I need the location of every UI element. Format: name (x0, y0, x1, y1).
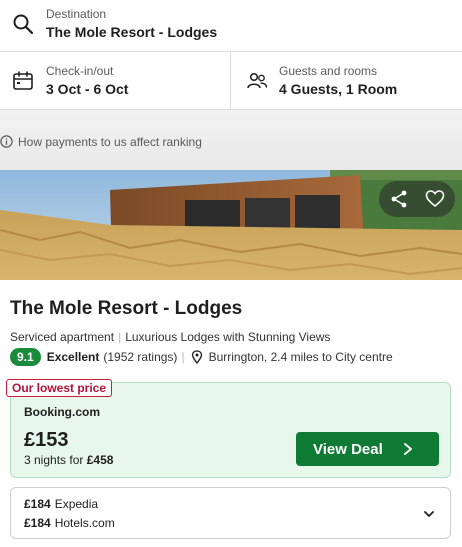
location-text: Burrington, 2.4 miles to City centre (208, 350, 393, 364)
rating-location-line: 9.1 Excellent (1952 ratings) | Burringto… (10, 348, 393, 366)
check-in-out-value: 3 Oct - 6 Oct (46, 81, 129, 97)
location-pin-icon (191, 350, 202, 364)
hotel-name[interactable]: The Mole Resort - Lodges (10, 298, 242, 320)
other-deal-price: £184 (24, 516, 51, 530)
calendar-icon (13, 71, 33, 90)
other-deal-provider: Hotels.com (54, 516, 115, 530)
search-params-row: Check-in/out 3 Oct - 6 Oct Guests and ro… (0, 52, 462, 110)
property-tagline: Luxurious Lodges with Stunning Views (125, 330, 331, 344)
nights-text: 3 nights for (24, 453, 84, 467)
property-type: Serviced apartment (10, 330, 115, 344)
property-type-line: Serviced apartment | Luxurious Lodges with… (10, 330, 330, 344)
deal-total-price: £458 (86, 453, 114, 467)
other-deal-row: £184 Hotels.com (24, 516, 115, 530)
destination-field[interactable]: Destination The Mole Resort - Lodges (0, 0, 462, 52)
separator: | (181, 350, 185, 364)
people-icon (247, 72, 268, 89)
guests-rooms-label: Guests and rooms (279, 64, 378, 78)
ranking-info-link[interactable]: How payments to us affect ranking (18, 135, 202, 149)
guests-rooms-value: 4 Guests, 1 Room (279, 81, 398, 97)
view-deal-label: View Deal (313, 441, 383, 458)
other-deals-card[interactable]: £184 Expedia £184 Hotels.com (10, 487, 451, 539)
check-in-out-field[interactable]: Check-in/out 3 Oct - 6 Oct (0, 52, 231, 110)
check-in-out-label: Check-in/out (46, 64, 114, 78)
deal-total-line: 3 nights for £458 (24, 453, 113, 467)
other-deal-price: £184 (24, 497, 51, 511)
ranking-info-strip: How payments to us affect ranking (0, 110, 462, 170)
deal-provider: Booking.com (24, 405, 101, 419)
separator: | (118, 330, 122, 344)
chevron-down-icon[interactable] (423, 508, 435, 520)
other-deal-provider: Expedia (54, 497, 99, 511)
heart-icon[interactable] (425, 189, 445, 209)
rating-word: Excellent (46, 350, 100, 364)
destination-value: The Mole Resort - Lodges (46, 24, 218, 40)
lowest-price-tag: Our lowest price (6, 379, 113, 397)
rating-count: (1952 ratings) (103, 350, 178, 364)
rating-badge: 9.1 (10, 348, 41, 366)
photo-actions (379, 181, 455, 217)
share-icon[interactable] (389, 189, 409, 209)
chevron-right-icon (404, 443, 412, 455)
info-icon (0, 135, 13, 148)
destination-label: Destination (46, 7, 107, 21)
view-deal-button[interactable]: View Deal (296, 432, 439, 466)
deal-price: £153 (24, 429, 69, 451)
search-icon (13, 14, 34, 35)
other-deal-row: £184 Expedia (24, 497, 98, 511)
guests-rooms-field[interactable]: Guests and rooms 4 Guests, 1 Room (232, 52, 462, 110)
